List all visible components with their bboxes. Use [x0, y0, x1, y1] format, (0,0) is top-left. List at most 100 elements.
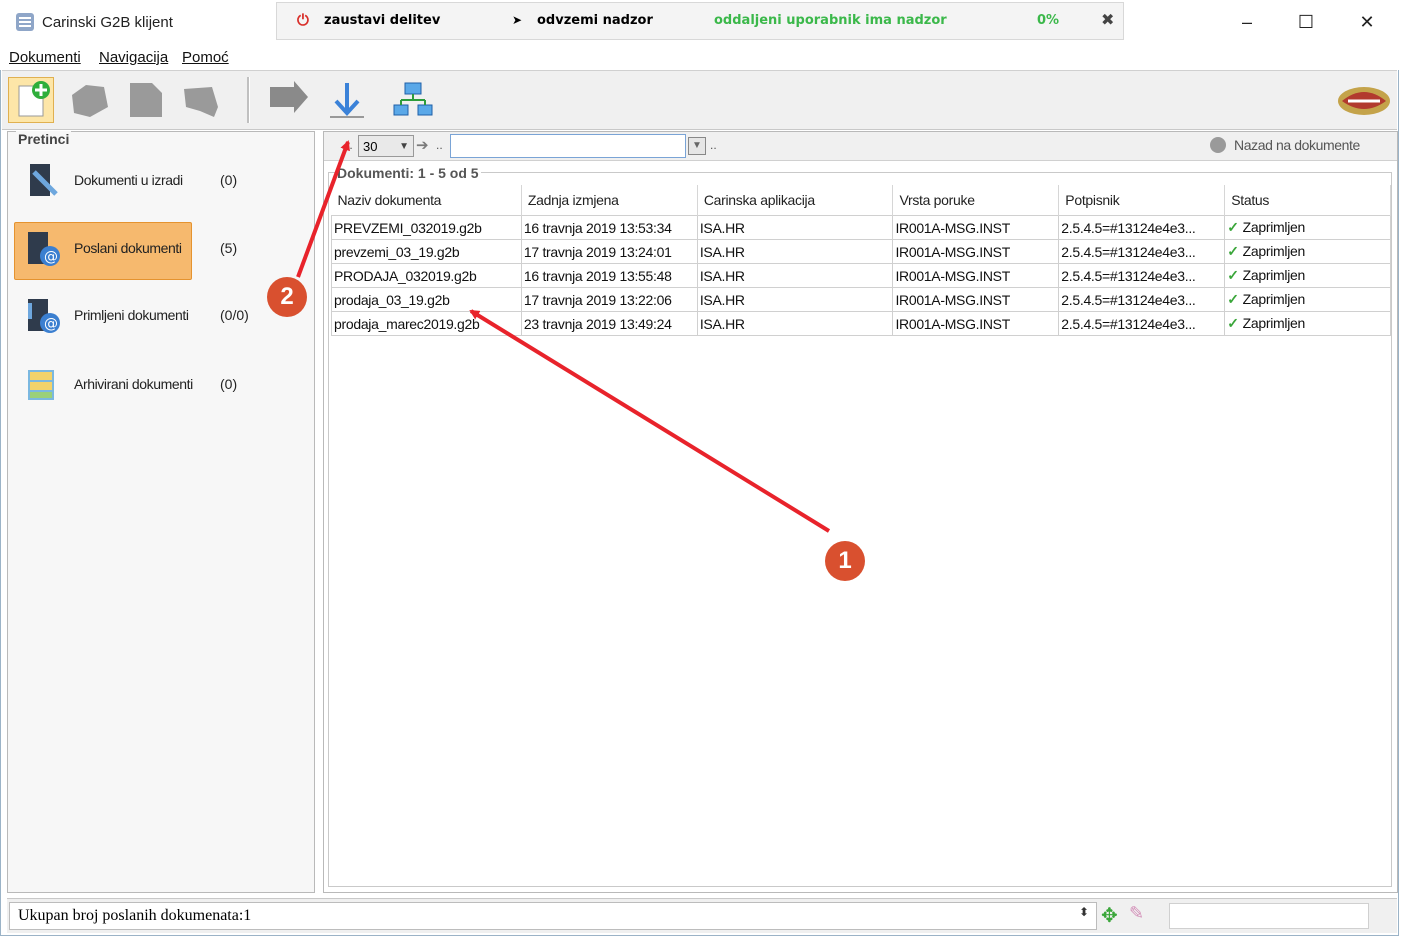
application-cell: ISA.HR [696, 311, 894, 336]
status-cell: ✓ Zaprimljen [1224, 239, 1391, 264]
open-document-button[interactable] [66, 77, 112, 123]
window-title: Carinski G2B klijent [42, 14, 173, 31]
column-header[interactable]: Carinska aplikacija [697, 185, 894, 216]
forward-button[interactable] [264, 77, 310, 123]
column-header[interactable]: Naziv dokumenta [331, 185, 522, 216]
table-row[interactable]: prodaja_marec2019.g2b 23 travnja 2019 13… [331, 311, 1391, 336]
folder-in-progress[interactable]: Dokumenti u izradi (0) [14, 152, 304, 208]
eraser-icon[interactable]: ✎ [1129, 903, 1144, 924]
save-document-button[interactable] [122, 77, 168, 123]
close-button[interactable]: ✕ [1353, 10, 1381, 34]
column-header[interactable]: Potpisnik [1058, 185, 1226, 216]
folder-count: (0) [220, 172, 238, 188]
folder-archived[interactable]: Arhivirani dokumenti (0) [14, 356, 304, 412]
folder-label: Arhivirani dokumenti [74, 376, 193, 392]
folder-label: Poslani dokumenti [74, 240, 182, 256]
folder-count: (5) [220, 240, 238, 256]
status-message: Ukupan broj poslanih dokumenata:1 [9, 902, 1097, 930]
send-document-button[interactable] [178, 77, 224, 123]
modified-cell: 17 travnja 2019 13:24:01 [520, 239, 698, 264]
download-button[interactable] [324, 77, 370, 123]
prev-page-dots[interactable]: .. [346, 138, 353, 152]
folder-count: (0) [220, 376, 238, 392]
signer-cell: 2.5.4.5=#13124e4e3... [1058, 263, 1226, 288]
remote-status-label: oddaljeni uporabnik ima nadzor [714, 13, 947, 28]
menu-bar: Dokumenti Navigacija Pomoć [0, 44, 1401, 70]
filter-icon[interactable]: ▼ [688, 137, 706, 155]
folder-count: (0/0) [220, 307, 249, 323]
message-type-cell: IR001A-MSG.INST [892, 263, 1060, 288]
revoke-control-button[interactable]: odvzemi nadzor [537, 13, 653, 28]
next-page-dots[interactable]: .. [436, 138, 443, 152]
status-text: Zaprimljen [1242, 315, 1306, 331]
open-document-icon [72, 85, 108, 117]
sent-mail-icon: @ [28, 232, 60, 266]
status-text: Zaprimljen [1242, 267, 1306, 283]
back-to-documents-link[interactable]: Nazad na dokumente [1234, 137, 1360, 153]
download-icon [330, 83, 364, 118]
menu-navigacija[interactable]: Navigacija [99, 49, 168, 66]
doc-name-cell[interactable]: PRODAJA_032019.g2b [331, 263, 522, 288]
message-type-cell: IR001A-MSG.INST [892, 311, 1060, 336]
table-row[interactable]: prodaja_03_19.g2b 17 travnja 2019 13:22:… [331, 287, 1391, 312]
stop-sharing-button[interactable]: zaustavi delitev [324, 13, 440, 28]
application-cell: ISA.HR [696, 239, 894, 264]
status-cell: ✓ Zaprimljen [1224, 263, 1391, 288]
croatian-coat-of-arms-logo [1338, 87, 1390, 115]
message-type-cell: IR001A-MSG.INST [892, 287, 1060, 312]
status-text: Zaprimljen [1242, 243, 1306, 259]
annotation-badge-2: 2 [267, 277, 307, 317]
menu-dokumenti[interactable]: Dokumenti [9, 49, 81, 66]
doc-name-cell[interactable]: prodaja_marec2019.g2b [331, 311, 522, 336]
modified-cell: 23 travnja 2019 13:49:24 [520, 311, 698, 336]
documents-count-legend: Dokumenti: 1 - 5 od 5 [335, 165, 481, 181]
folders-legend: Pretinci [16, 131, 72, 147]
folder-received[interactable]: @ Primljeni dokumenti (0/0) [14, 287, 304, 343]
folder-label: Dokumenti u izradi [74, 172, 183, 188]
pagination-bar: .. 30 ▼ ➔ .. ▼ .. Nazad na dokumente [324, 132, 1397, 161]
back-icon[interactable] [1210, 137, 1226, 153]
column-header[interactable]: Vrsta poruke [892, 185, 1060, 216]
modified-cell: 16 travnja 2019 13:55:48 [520, 263, 698, 288]
pin-icon[interactable]: ✖ [1101, 10, 1114, 29]
column-header[interactable]: Status [1224, 185, 1391, 216]
doc-name-cell[interactable]: prodaja_03_19.g2b [331, 287, 522, 312]
documents-fieldset: Dokumenti: 1 - 5 od 5 Naziv dokumenta Za… [328, 165, 1392, 887]
filter-input[interactable] [450, 134, 686, 158]
checkmark-icon: ✓ [1227, 291, 1239, 307]
application-cell: ISA.HR [696, 263, 894, 288]
folder-sent[interactable]: @ Poslani dokumenti (5) [14, 220, 304, 280]
tools-icon [30, 164, 58, 196]
checkmark-icon: ✓ [1227, 267, 1239, 283]
message-type-cell: IR001A-MSG.INST [892, 215, 1060, 240]
arrow-right-icon[interactable]: ➔ [416, 136, 429, 154]
app-logo-icon [16, 13, 34, 31]
application-cell: ISA.HR [696, 287, 894, 312]
minimize-button[interactable]: – [1233, 10, 1261, 34]
menu-pomoc[interactable]: Pomoć [182, 49, 229, 66]
status-text: Zaprimljen [1242, 291, 1306, 307]
application-cell: ISA.HR [696, 215, 894, 240]
page-size-select[interactable]: 30 ▼ [358, 135, 414, 157]
chevron-down-icon: ▼ [399, 141, 409, 152]
column-header[interactable]: Zadnja izmjena [521, 185, 698, 216]
table-header-row: Naziv dokumenta Zadnja izmjena Carinska … [331, 185, 1391, 216]
svg-text:@: @ [44, 316, 58, 332]
new-document-button[interactable] [8, 77, 54, 123]
network-icon [393, 82, 433, 116]
table-row[interactable]: prevzemi_03_19.g2b 17 travnja 2019 13:24… [331, 239, 1391, 264]
documents-panel: .. 30 ▼ ➔ .. ▼ .. Nazad na dokumente Dok… [323, 131, 1398, 893]
table-row[interactable]: PRODAJA_032019.g2b 16 travnja 2019 13:55… [331, 263, 1391, 288]
power-icon[interactable]: ⏻ [297, 11, 309, 29]
signer-cell: 2.5.4.5=#13124e4e3... [1058, 287, 1226, 312]
maximize-button[interactable]: ☐ [1292, 10, 1320, 34]
spinner-arrows-icon[interactable]: ⬍ [1079, 905, 1089, 919]
received-mail-icon: @ [28, 299, 60, 333]
doc-name-cell[interactable]: PREVZEMI_032019.g2b [331, 215, 522, 240]
network-sync-button[interactable] [390, 77, 436, 123]
expand-icon[interactable]: ✥ [1101, 903, 1118, 928]
modified-cell: 16 travnja 2019 13:53:34 [520, 215, 698, 240]
doc-name-cell[interactable]: prevzemi_03_19.g2b [331, 239, 522, 264]
filter-options-dots[interactable]: .. [710, 138, 717, 152]
table-row[interactable]: PREVZEMI_032019.g2b 16 travnja 2019 13:5… [331, 215, 1391, 240]
